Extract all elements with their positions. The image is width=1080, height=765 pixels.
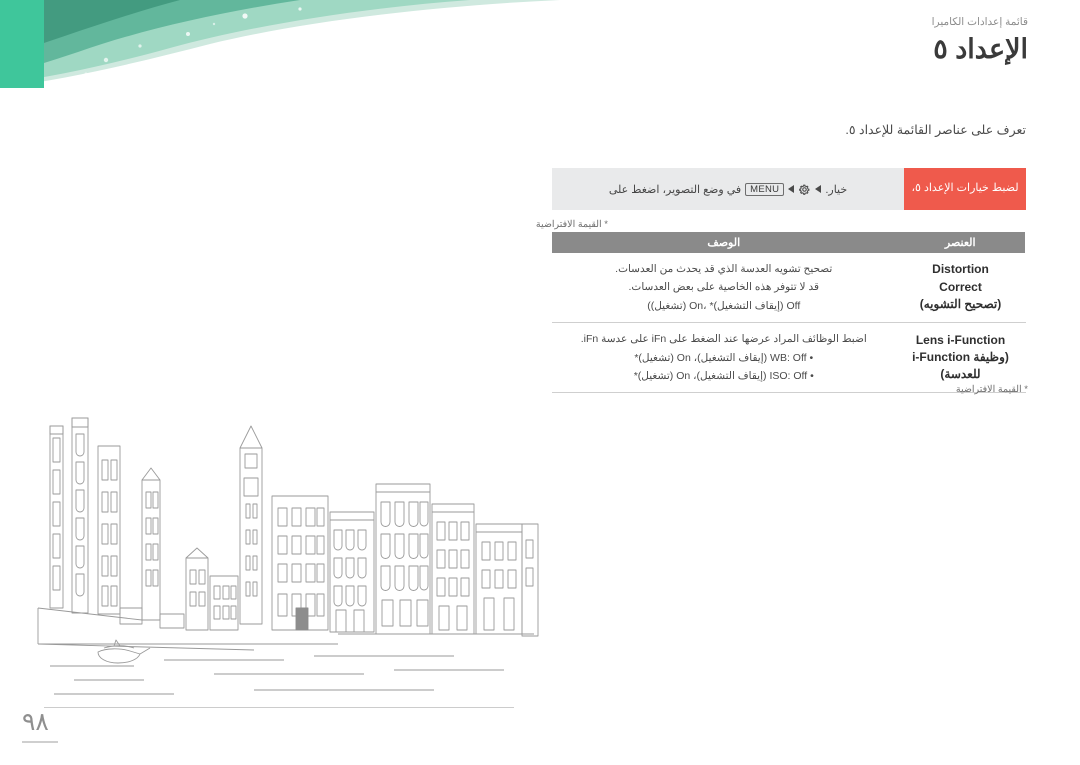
gear-icon bbox=[798, 183, 811, 196]
breadcrumb: قائمة إعدادات الكاميرا bbox=[931, 16, 1028, 28]
row-1-desc-line-2: • ISO: Off (إيقاف التشغيل)، On (تشغيل)* bbox=[633, 369, 814, 382]
row-1-name-line-1: (وظيفة i-Function bbox=[912, 349, 1009, 364]
footnote-bottom: * القيمة الافتراضية bbox=[955, 384, 1028, 395]
page-number: ٩٨ bbox=[22, 708, 49, 736]
row-1-name-line-0: Lens i-Function bbox=[915, 332, 1006, 347]
row-item-name: Distortion Correct (تصحيح التشويه) bbox=[895, 253, 1026, 324]
row-0-desc-line-1: قد لا تتوفر هذه الخاصية على بعض العدسات. bbox=[628, 281, 819, 294]
footnote-top: * القيمة الافتراضية bbox=[535, 219, 608, 230]
row-0-name-line-1: Correct bbox=[939, 279, 982, 294]
page-number-rule bbox=[22, 741, 58, 743]
table-header-description: الوصف bbox=[552, 232, 896, 253]
row-1-desc-line-1: • WB: Off (إيقاف التشغيل)، On (تشغيل)* bbox=[634, 351, 814, 364]
row-item-name: Lens i-Function (وظيفة i-Function للعدسة… bbox=[895, 322, 1026, 394]
row-0-name-line-0: Distortion bbox=[932, 262, 989, 277]
settings-table: العنصر الوصف Distortion Correct (تصحيح ا… bbox=[552, 232, 1026, 394]
instruction-bar: لضبط خيارات الإعداد ٥، خيار. MENU في وضع… bbox=[552, 168, 1026, 210]
table-header-item: العنصر bbox=[895, 232, 1026, 253]
header-decoration bbox=[0, 0, 560, 88]
row-item-description: تصحيح تشويه العدسة الذي قد يحدث من العدس… bbox=[552, 253, 896, 324]
triangle-left-icon bbox=[815, 185, 822, 193]
table-row: Distortion Correct (تصحيح التشويه) تصحيح… bbox=[552, 253, 1026, 324]
table-header-row: العنصر الوصف bbox=[552, 232, 1026, 253]
venice-canal-line-drawing bbox=[14, 408, 544, 708]
instruction-prefix: في وضع التصوير، اضغط على bbox=[608, 183, 742, 196]
instruction-suffix: خيار. bbox=[825, 183, 848, 196]
row-1-name-line-2: للعدسة) bbox=[940, 367, 981, 382]
header-accent-bar bbox=[0, 0, 44, 88]
intro-text: تعرف على عناصر القائمة للإعداد ٥. bbox=[845, 123, 1026, 137]
row-item-description: اضبط الوظائف المراد عرضها عند الضغط على … bbox=[552, 322, 896, 394]
instruction-text: خيار. MENU في وضع التصوير، اضغط على bbox=[552, 182, 904, 196]
page-header: قائمة إعدادات الكاميرا الإعداد ٥ bbox=[0, 0, 1080, 88]
table-row: Lens i-Function (وظيفة i-Function للعدسة… bbox=[552, 322, 1026, 394]
row-1-desc-line-0: اضبط الوظائف المراد عرضها عند الضغط على … bbox=[580, 333, 867, 346]
row-0-desc-line-0: تصحيح تشويه العدسة الذي قد يحدث من العدس… bbox=[615, 263, 833, 275]
row-0-name-line-2: (تصحيح التشويه) bbox=[919, 297, 1002, 312]
page-title: الإعداد ٥ bbox=[933, 34, 1028, 64]
menu-key: MENU bbox=[745, 182, 785, 196]
row-0-desc-line-2: Off (إيقاف التشغيل)* ،On (تشغيل)) bbox=[647, 299, 801, 312]
instruction-badge: لضبط خيارات الإعداد ٥، bbox=[904, 168, 1026, 210]
triangle-left-icon-2 bbox=[788, 185, 795, 193]
